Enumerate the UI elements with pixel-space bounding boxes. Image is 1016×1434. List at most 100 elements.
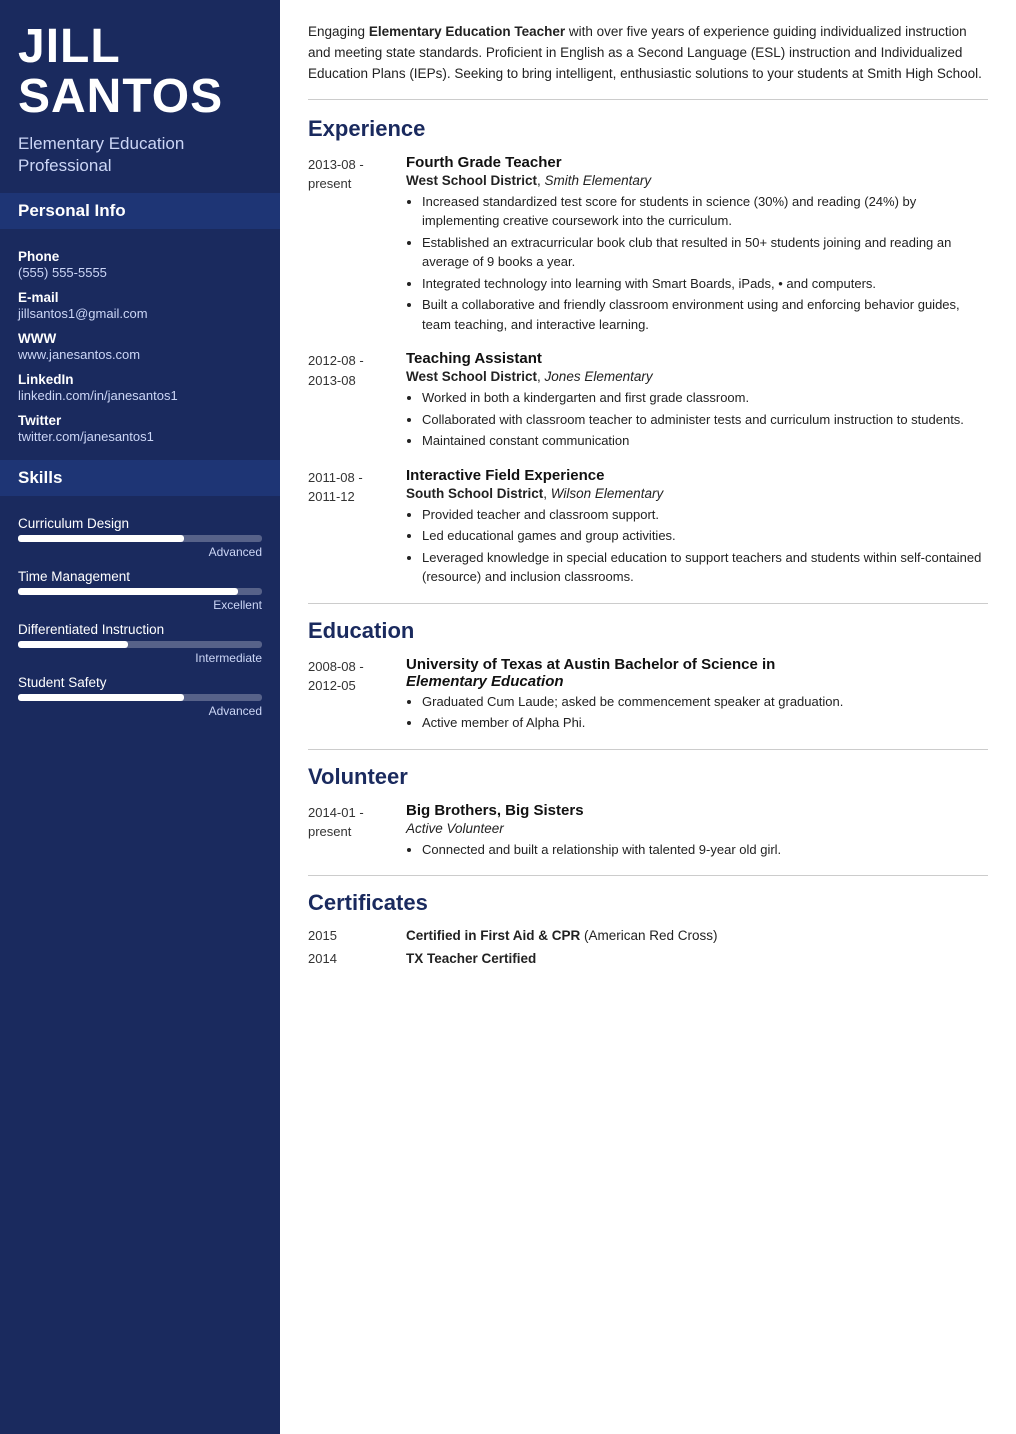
entry-org: West School District, Jones Elementary [406,369,988,384]
entry-bullets: Increased standardized test score for st… [422,192,988,335]
entry-bullet: Increased standardized test score for st… [422,192,988,231]
personal-info-field: Twittertwitter.com/janesantos1 [18,413,262,444]
skill-bar-bg [18,641,262,648]
skill-item: Time Management Excellent [18,569,262,612]
skill-bar-bg [18,535,262,542]
experience-title: Experience [308,116,988,142]
education-entry: 2008-08 -2012-05 University of Texas at … [308,656,988,735]
entry-bullets: Provided teacher and classroom support. L… [422,505,988,587]
education-bullet-1: Graduated Cum Laude; asked be commenceme… [422,692,988,712]
entry-bullet: Worked in both a kindergarten and first … [422,388,988,408]
experience-entry: 2012-08 -2013-08Teaching AssistantWest S… [308,350,988,453]
skill-bar-fill [18,694,184,701]
skill-name: Curriculum Design [18,516,262,531]
personal-info-field: Phone(555) 555-5555 [18,249,262,280]
personal-info-value: (555) 555-5555 [18,265,262,280]
personal-info-label: LinkedIn [18,372,262,387]
volunteer-bullets: Connected and built a relationship with … [422,840,988,860]
education-field: Elementary Education [406,673,564,690]
volunteer-bullet-1: Connected and built a relationship with … [422,840,988,860]
cert-rows: 2015Certified in First Aid & CPR (Americ… [308,928,988,966]
personal-info-field: WWWwww.janesantos.com [18,331,262,362]
personal-info-value: linkedin.com/in/janesantos1 [18,388,262,403]
main-content: Engaging Elementary Education Teacher wi… [280,0,1016,1434]
candidate-subtitle: Elementary Education Professional [18,133,262,177]
entry-bullet: Maintained constant communication [422,431,988,451]
education-bullets: Graduated Cum Laude; asked be commenceme… [422,692,988,733]
personal-info-value: jillsantos1@gmail.com [18,306,262,321]
skill-level: Excellent [18,598,262,612]
sidebar-header: JILL SANTOS Elementary Education Profess… [0,0,280,193]
volunteer-role: Active Volunteer [406,821,988,836]
summary-prefix: Engaging [308,24,369,39]
volunteer-body: Big Brothers, Big Sisters Active Volunte… [406,802,988,862]
education-date: 2008-08 -2012-05 [308,656,390,735]
cert-year: 2014 [308,951,390,966]
skill-item: Differentiated Instruction Intermediate [18,622,262,665]
skill-level: Advanced [18,704,262,718]
volunteer-date: 2014-01 -present [308,802,390,862]
skills-content: Curriculum Design Advanced Time Management… [0,496,280,720]
skill-name: Student Safety [18,675,262,690]
summary-bold: Elementary Education Teacher [369,24,565,39]
skill-bar-fill [18,535,184,542]
entry-date: 2011-08 -2011-12 [308,467,390,589]
personal-info-label: WWW [18,331,262,346]
skill-name: Time Management [18,569,262,584]
entry-body: Interactive Field Experience South School… [406,467,988,589]
entry-org: West School District, Smith Elementary [406,173,988,188]
volunteer-entry: 2014-01 -present Big Brothers, Big Siste… [308,802,988,862]
entry-title: Fourth Grade Teacher [406,154,988,171]
education-school: University of Texas at Austin [406,656,610,673]
entry-bullet: Built a collaborative and friendly class… [422,295,988,334]
candidate-name: JILL SANTOS [18,22,262,123]
personal-info-label: Phone [18,249,262,264]
entry-bullet: Provided teacher and classroom support. [422,505,988,525]
personal-info-heading: Personal Info [0,193,280,229]
personal-info-value: twitter.com/janesantos1 [18,429,262,444]
entry-bullet: Established an extracurricular book club… [422,233,988,272]
experience-entry: 2013-08 -present Fourth Grade Teacher West… [308,154,988,337]
volunteer-section: Volunteer 2014-01 -present Big Brothers,… [308,764,988,877]
entry-bullets: Worked in both a kindergarten and first … [422,388,988,451]
education-body: University of Texas at Austin Bachelor o… [406,656,988,735]
experience-entry: 2011-08 -2011-12Interactive Field Experi… [308,467,988,589]
personal-info-field: LinkedInlinkedin.com/in/janesantos1 [18,372,262,403]
entry-org: South School District, Wilson Elementary [406,486,988,501]
skill-bar-fill [18,641,128,648]
experience-section: Experience 2013-08 -present Fourth Grade … [308,116,988,604]
resume-container: JILL SANTOS Elementary Education Profess… [0,0,1016,1434]
certificates-section: Certificates 2015Certified in First Aid … [308,890,988,988]
entry-title: Interactive Field Experience [406,467,988,484]
personal-info-value: www.janesantos.com [18,347,262,362]
entry-bullet: Integrated technology into learning with… [422,274,988,294]
volunteer-title: Volunteer [308,764,988,790]
certificates-title: Certificates [308,890,988,916]
cert-year: 2015 [308,928,390,943]
skill-level: Advanced [18,545,262,559]
entry-date: 2013-08 -present [308,154,390,337]
personal-info-content: Phone(555) 555-5555 E-mailjillsantos1@gma… [0,229,280,446]
skill-bar-fill [18,588,238,595]
sidebar: JILL SANTOS Elementary Education Profess… [0,0,280,1434]
education-section: Education 2008-08 -2012-05 University of… [308,618,988,750]
cert-desc: TX Teacher Certified [406,951,536,966]
education-degree: University of Texas at Austin Bachelor o… [406,656,988,690]
skill-item: Curriculum Design Advanced [18,516,262,559]
personal-info-field: E-mailjillsantos1@gmail.com [18,290,262,321]
skill-bar-bg [18,588,262,595]
skill-name: Differentiated Instruction [18,622,262,637]
entry-bullet: Leveraged knowledge in special education… [422,548,988,587]
experience-entries: 2013-08 -present Fourth Grade Teacher West… [308,154,988,589]
entry-bullet: Collaborated with classroom teacher to a… [422,410,988,430]
skill-level: Intermediate [18,651,262,665]
cert-row: 2014 TX Teacher Certified [308,951,988,966]
education-title: Education [308,618,988,644]
entry-body: Teaching Assistant West School District, … [406,350,988,453]
personal-info-label: E-mail [18,290,262,305]
skill-bar-bg [18,694,262,701]
entry-title: Teaching Assistant [406,350,988,367]
summary: Engaging Elementary Education Teacher wi… [308,22,988,100]
education-bullet-2: Active member of Alpha Phi. [422,713,988,733]
cert-row: 2015Certified in First Aid & CPR (Americ… [308,928,988,943]
